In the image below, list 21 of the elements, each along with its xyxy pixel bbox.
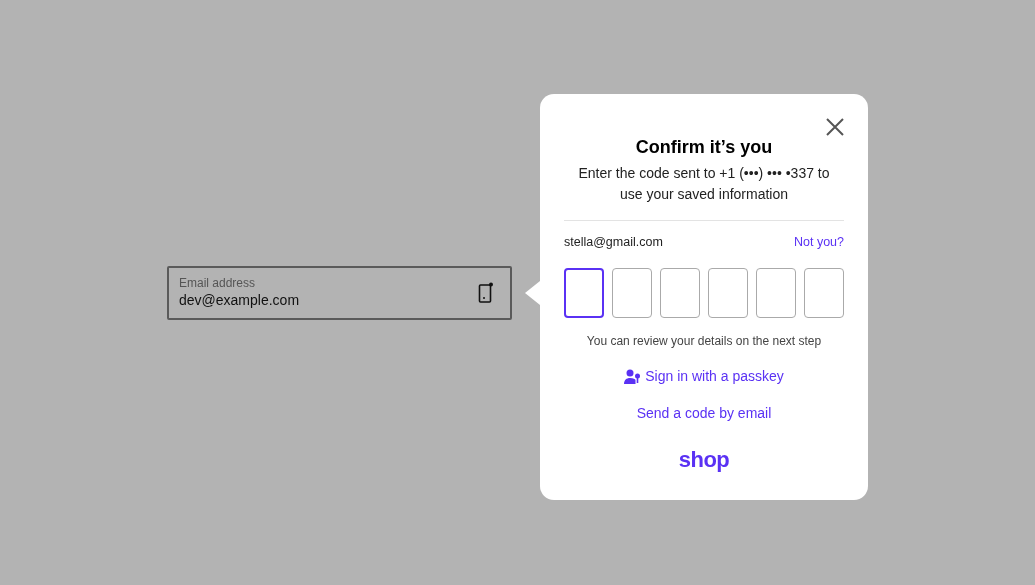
phone-icon[interactable] [478, 281, 494, 304]
field-label: Email address [179, 275, 257, 290]
code-input[interactable] [804, 267, 844, 318]
code-input[interactable] [564, 267, 604, 318]
email-field[interactable]: Email address dev@example.com [167, 265, 512, 320]
account-email: stella@gmail.com [564, 234, 663, 251]
email-code-link[interactable]: Send a code by email [636, 402, 772, 424]
dialog-title: Confirm it’s you [634, 136, 774, 159]
not-you-link[interactable]: Not you? [793, 233, 844, 252]
shop-logo: shop [678, 446, 730, 474]
person-key-icon [624, 368, 642, 384]
code-input[interactable] [660, 267, 700, 318]
hint-text: You can review your details on the next step [585, 332, 823, 350]
code-input[interactable] [756, 267, 796, 318]
code-input[interactable] [612, 267, 652, 318]
dialog-message: Enter the code sent to +1 (•••) ••• •337 to use your saved information [577, 164, 831, 204]
field-value: dev@example.com [179, 290, 301, 310]
passkey-link[interactable]: Sign in with a passkey [624, 365, 784, 387]
code-input[interactable] [708, 267, 748, 318]
close-button[interactable] [825, 117, 845, 137]
close-icon [825, 117, 845, 137]
